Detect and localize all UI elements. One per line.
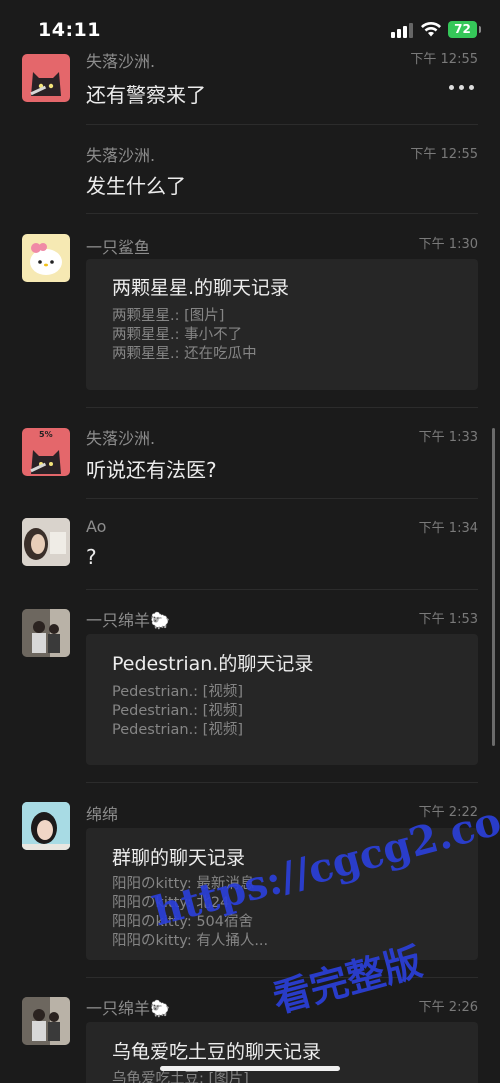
message-time: 下午 1:34 [418, 521, 478, 536]
message-item[interactable]: 失落沙洲. 下午 12:55 发生什么了 [0, 124, 500, 214]
avatar[interactable] [22, 54, 70, 102]
sender-name: 一只鲨鱼 [86, 238, 151, 257]
avatar-badge: 5% [39, 430, 53, 439]
chat-screen: 14:11 72 失落沙洲. 下午 12:55 还有警察来了 失落沙洲. 下午 … [0, 0, 500, 1083]
message-text: 还有警察来了 [86, 83, 206, 107]
message-text: 听说还有法医? [86, 458, 217, 482]
chat-record-line: Pedestrian.: [视频] [112, 722, 243, 738]
chat-record-title: 群聊的聊天记录 [112, 847, 246, 869]
avatar[interactable] [22, 518, 70, 566]
sender-name: Ao [86, 517, 107, 536]
message-time: 下午 2:26 [418, 1000, 478, 1015]
message-time: 下午 1:53 [418, 612, 478, 627]
home-indicator[interactable] [160, 1066, 340, 1071]
chat-record-line: 两颗星星.: [图片] [112, 308, 225, 324]
chat-record-line: Pedestrian.: [视频] [112, 703, 243, 719]
sender-name: 一只绵羊🐑 [86, 999, 170, 1018]
message-item[interactable]: 一只绵羊🐑 下午 1:53 Pedestrian.的聊天记录 Pedestria… [0, 590, 500, 783]
chat-record-title: 两颗星星.的聊天记录 [112, 277, 290, 299]
chat-record-card[interactable]: 乌龟爱吃土豆的聊天记录 乌龟爱吃土豆: [图片] [86, 1022, 478, 1083]
sender-name: 失落沙洲. [86, 429, 156, 448]
chat-record-line: 两颗星星.: 事小不了 [112, 327, 243, 343]
battery-icon: 72 [448, 21, 481, 38]
chat-record-card[interactable]: 两颗星星.的聊天记录 两颗星星.: [图片] 两颗星星.: 事小不了 两颗星星.… [86, 259, 478, 390]
sender-name: 绵绵 [86, 805, 119, 824]
chat-record-card[interactable]: Pedestrian.的聊天记录 Pedestrian.: [视频] Pedes… [86, 634, 478, 765]
wifi-icon [421, 21, 441, 37]
message-time: 下午 12:55 [410, 147, 478, 162]
more-dots-icon[interactable] [449, 85, 475, 93]
message-item[interactable]: Ao 下午 1:34 ? [0, 499, 500, 589]
chat-record-title: 乌龟爱吃土豆的聊天记录 [112, 1041, 322, 1063]
avatar[interactable] [22, 802, 70, 850]
chat-record-line: 阳阳のkitty: 有人捅人... [112, 933, 269, 949]
status-bar: 14:11 72 [0, 0, 500, 58]
sender-name: 一只绵羊🐑 [86, 611, 170, 630]
message-time: 下午 1:30 [418, 237, 478, 252]
avatar[interactable] [22, 609, 70, 657]
chat-record-line: 两颗星星.: 还在吃瓜中 [112, 346, 257, 362]
status-time: 14:11 [38, 19, 101, 41]
message-item[interactable]: 5% 失落沙洲. 下午 1:33 听说还有法医? [0, 408, 500, 498]
chat-record-line: Pedestrian.: [视频] [112, 684, 243, 700]
avatar[interactable] [22, 997, 70, 1045]
message-time: 下午 1:33 [418, 430, 478, 445]
message-item[interactable]: 一只鲨鱼 下午 1:30 两颗星星.的聊天记录 两颗星星.: [图片] 两颗星星… [0, 214, 500, 407]
avatar[interactable] [22, 234, 70, 282]
chat-record-title: Pedestrian.的聊天记录 [112, 653, 314, 675]
avatar[interactable]: 5% [22, 428, 70, 476]
scrollbar[interactable] [492, 428, 495, 746]
message-text: ? [86, 545, 97, 569]
sender-name: 失落沙洲. [86, 146, 156, 165]
signal-icon [391, 23, 413, 38]
message-text: 发生什么了 [86, 174, 186, 198]
